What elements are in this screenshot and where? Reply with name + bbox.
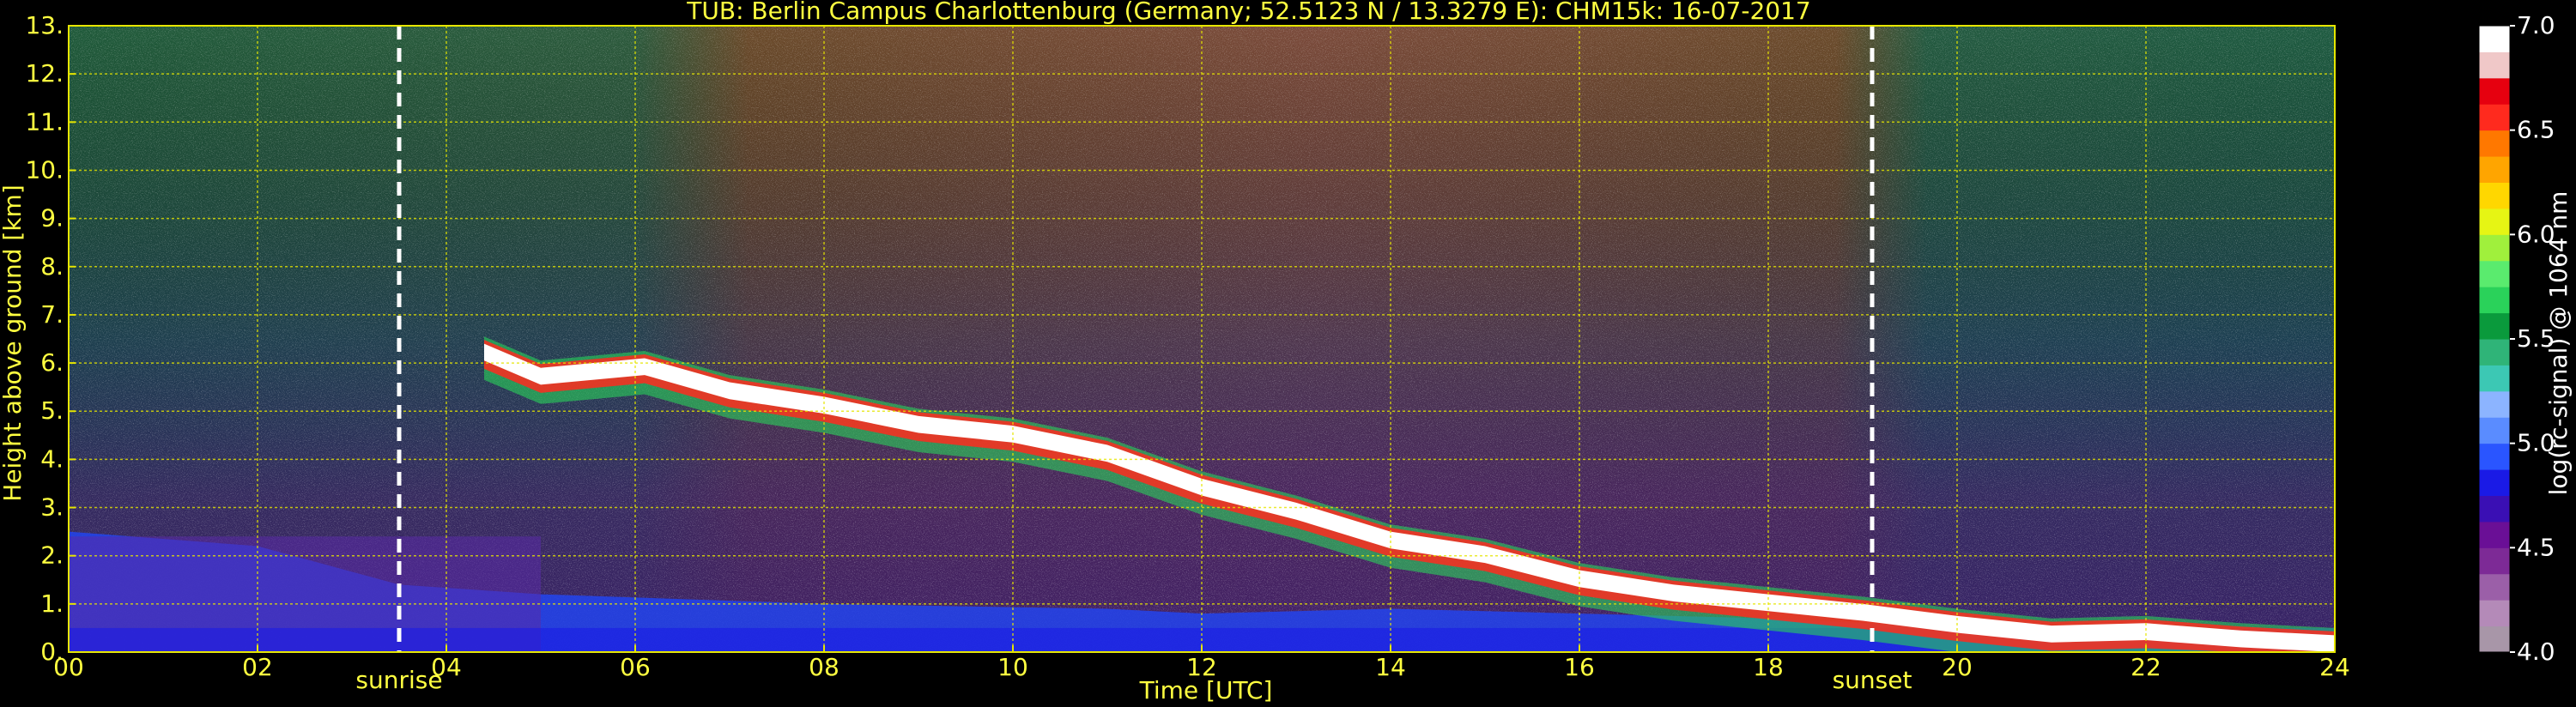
y-tick-label: 5.: [40, 396, 64, 425]
colorbar-segment: [2479, 443, 2510, 470]
colorbar-label: log(rc-signal) @ 1064 nm: [2544, 191, 2573, 496]
colorbar-segment: [2479, 600, 2510, 627]
x-tick-label: 18: [1753, 653, 1784, 681]
x-tick-label: 22: [2131, 653, 2161, 681]
colorbar-segment: [2479, 260, 2510, 287]
x-tick-label: 24: [2319, 653, 2350, 681]
y-tick-label: 4.: [40, 444, 64, 473]
x-tick-label: 12: [1186, 653, 1217, 681]
colorbar-segment: [2479, 625, 2510, 653]
colorbar-segment: [2479, 26, 2510, 52]
y-tick-label: 12.: [25, 59, 64, 88]
colorbar-segment: [2479, 573, 2510, 601]
y-tick-label: 9.: [40, 204, 64, 233]
y-axis-label: Height above ground [km]: [0, 184, 27, 502]
colorbar-segment: [2479, 390, 2510, 418]
x-tick-label: 10: [997, 653, 1028, 681]
x-tick-label: 16: [1564, 653, 1595, 681]
colorbar-tick-label: 4.0: [2517, 638, 2555, 666]
y-tick-label: 3.: [40, 493, 64, 522]
x-tick-label: 06: [620, 653, 651, 681]
colorbar-segment: [2479, 104, 2510, 131]
x-tick-label: 20: [1942, 653, 1973, 681]
y-tick-label: 10.: [25, 155, 64, 184]
colorbar-segment: [2479, 521, 2510, 548]
sunrise-label: sunrise: [355, 666, 442, 694]
y-tick-label: 7.: [40, 300, 64, 329]
colorbar-segment: [2479, 339, 2510, 366]
y-tick-label: 13.: [25, 11, 64, 39]
colorbar-segment: [2479, 208, 2510, 235]
x-tick-label: 14: [1375, 653, 1406, 681]
colorbar-segment: [2479, 547, 2510, 575]
colorbar-tick-label: 6.5: [2517, 116, 2555, 144]
sunset-label: sunset: [1833, 666, 1912, 694]
y-tick-label: 11.: [25, 107, 64, 136]
y-tick-label: 8.: [40, 252, 64, 281]
colorbar-segment: [2479, 51, 2510, 79]
colorbar-segment: [2479, 365, 2510, 392]
colorbar-segment: [2479, 495, 2510, 523]
y-tick-label: 0.: [40, 638, 64, 666]
colorbar-tick-label: 4.5: [2517, 533, 2555, 561]
colorbar-segment: [2479, 130, 2510, 157]
colorbar-segment: [2479, 312, 2510, 340]
colorbar-segment: [2479, 234, 2510, 262]
chart-title: TUB: Berlin Campus Charlottenburg (Germa…: [686, 0, 1810, 25]
colorbar-tick-label: 7.0: [2517, 11, 2555, 39]
annotation-labels: sunrise sunset: [355, 666, 1912, 694]
y-tick-label: 6.: [40, 348, 64, 377]
colorbar-segment: [2479, 77, 2510, 105]
colorbar-segment: [2479, 182, 2510, 209]
colorbar-segment: [2479, 417, 2510, 444]
colorbar-segment: [2479, 156, 2510, 183]
ceilometer-chart: TUB: Berlin Campus Charlottenburg (Germa…: [0, 0, 2573, 704]
y-tick-label: 2.: [40, 541, 64, 570]
colorbar-segment: [2479, 469, 2510, 496]
x-tick-label: 08: [809, 653, 839, 681]
y-tick-label: 1.: [40, 589, 64, 618]
colorbar-segment: [2479, 287, 2510, 314]
x-tick-label: 02: [242, 653, 273, 681]
